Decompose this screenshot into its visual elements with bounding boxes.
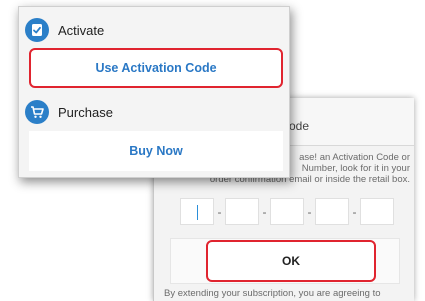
code-separator: - — [217, 204, 222, 219]
code-separator: - — [352, 204, 357, 219]
ok-button-label: OK — [282, 254, 300, 268]
use-activation-code-label: Use Activation Code — [95, 61, 217, 75]
buy-now-label: Buy Now — [129, 144, 183, 158]
code-separator: - — [307, 204, 312, 219]
purchase-section-header: Purchase — [19, 97, 289, 127]
activate-purchase-menu: Activate Use Activation Code Purchase Bu… — [18, 6, 290, 178]
activate-section-header: Activate — [19, 15, 289, 45]
activation-code-inputs: - - - - — [180, 198, 402, 225]
code-field-1[interactable] — [180, 198, 214, 225]
code-field-3[interactable] — [270, 198, 304, 225]
use-activation-code-button[interactable]: Use Activation Code — [29, 48, 283, 88]
badge-check-icon — [25, 18, 49, 42]
code-separator: - — [262, 204, 267, 219]
activate-heading: Activate — [58, 22, 105, 38]
buy-now-button[interactable]: Buy Now — [29, 131, 283, 171]
cart-icon — [25, 100, 49, 124]
purchase-heading: Purchase — [58, 104, 113, 120]
code-field-2[interactable] — [225, 198, 259, 225]
ok-button[interactable]: OK — [206, 240, 376, 282]
dialog-footer-text: By extending your subscription, you are … — [164, 288, 381, 299]
code-field-5[interactable] — [360, 198, 394, 225]
code-field-4[interactable] — [315, 198, 349, 225]
screenshot-stage: ode ase! an Activation Code or Number, l… — [0, 0, 425, 301]
